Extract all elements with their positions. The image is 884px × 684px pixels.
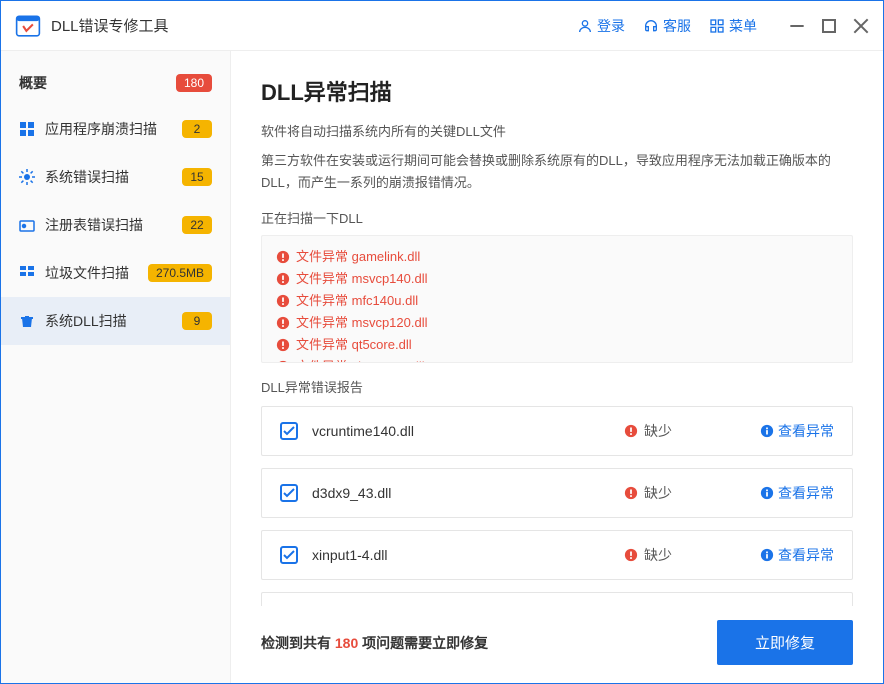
- report-list: vcruntime140.dll 缺少 查看异常 d3dx9_43.dll 缺少…: [261, 406, 853, 606]
- scan-line: 文件异常 gamelink.dll: [276, 246, 838, 268]
- error-icon: [624, 424, 638, 438]
- view-details-link[interactable]: 查看异常: [744, 483, 834, 503]
- sidebar-item-label: 系统错误扫描: [45, 167, 129, 187]
- close-button[interactable]: [853, 18, 869, 34]
- report-checkbox[interactable]: [280, 422, 298, 440]
- scan-line: 文件异常 msvcp120.dll: [276, 312, 838, 334]
- scan-box: 文件异常 gamelink.dll文件异常 msvcp140.dll文件异常 m…: [261, 235, 853, 363]
- check-icon: [283, 549, 295, 561]
- sidebar-item-label: 垃圾文件扫描: [45, 263, 129, 283]
- report-label: DLL异常错误报告: [261, 377, 853, 396]
- sidebar-item-0[interactable]: 应用程序崩溃扫描 2: [1, 105, 230, 153]
- check-icon: [283, 487, 295, 499]
- footer: 检测到共有 180 项问题需要立即修复 立即修复: [261, 606, 853, 683]
- error-icon: [624, 548, 638, 562]
- report-checkbox[interactable]: [280, 484, 298, 502]
- overview-badge: 180: [176, 74, 212, 92]
- sidebar-badge: 2: [182, 120, 212, 138]
- sidebar-badge: 9: [182, 312, 212, 330]
- titlebar: DLL错误专修工具 登录 客服 菜单: [1, 1, 883, 51]
- report-checkbox[interactable]: [280, 546, 298, 564]
- error-icon: [276, 272, 290, 286]
- sidebar-badge: 15: [182, 168, 212, 186]
- sidebar-overview[interactable]: 概要 180: [1, 61, 230, 105]
- sidebar-item-label: 系统DLL扫描: [45, 311, 127, 331]
- desc-2: 第三方软件在安装或运行期间可能会替换或删除系统原有的DLL，导致应用程序无法加载…: [261, 150, 853, 194]
- scan-line: 文件异常 msvcp140.dll: [276, 268, 838, 290]
- info-icon: [760, 424, 774, 438]
- error-icon: [276, 338, 290, 352]
- info-icon: [760, 548, 774, 562]
- page-title: DLL异常扫描: [261, 75, 853, 107]
- error-icon: [276, 250, 290, 264]
- scan-line: 文件异常 xinput1_3.dll: [276, 356, 838, 363]
- scan-line: 文件异常 qt5core.dll: [276, 334, 838, 356]
- report-status: 缺少: [624, 545, 744, 565]
- sidebar-item-2[interactable]: 注册表错误扫描 22: [1, 201, 230, 249]
- view-details-link[interactable]: 查看异常: [744, 421, 834, 441]
- support-link[interactable]: 客服: [643, 16, 691, 36]
- sidebar: 概要 180 应用程序崩溃扫描 2 系统错误扫描 15 注册表错误扫描 22 垃圾文件扫描 2…: [1, 51, 231, 683]
- view-details-link[interactable]: 查看异常: [744, 545, 834, 565]
- titlebar-actions: 登录 客服 菜单: [577, 16, 869, 36]
- report-name: xinput1-4.dll: [312, 547, 624, 563]
- app-icon: [15, 13, 41, 39]
- error-icon: [276, 360, 290, 363]
- sidebar-item-4[interactable]: 系统DLL扫描 9: [1, 297, 230, 345]
- headset-icon: [643, 18, 659, 34]
- footer-text: 检测到共有 180 项问题需要立即修复: [261, 633, 488, 653]
- report-row: d3dx9_43.dll 缺少 查看异常: [261, 468, 853, 518]
- info-icon: [760, 486, 774, 500]
- maximize-button[interactable]: [821, 18, 837, 34]
- report-status: 缺少: [624, 421, 744, 441]
- grid-icon: [709, 18, 725, 34]
- report-row: vcruntime140.dll 缺少 查看异常: [261, 406, 853, 456]
- user-icon: [577, 18, 593, 34]
- sidebar-item-label: 应用程序崩溃扫描: [45, 119, 157, 139]
- report-row: xinput1_3.dll 异常 查看异常: [261, 592, 853, 606]
- content: DLL异常扫描 软件将自动扫描系统内所有的关键DLL文件 第三方软件在安装或运行…: [231, 51, 883, 683]
- report-status: 缺少: [624, 483, 744, 503]
- sidebar-item-label: 注册表错误扫描: [45, 215, 143, 235]
- sidebar-item-3[interactable]: 垃圾文件扫描 270.5MB: [1, 249, 230, 297]
- repair-button[interactable]: 立即修复: [717, 620, 853, 665]
- report-row: xinput1-4.dll 缺少 查看异常: [261, 530, 853, 580]
- error-icon: [624, 486, 638, 500]
- report-name: d3dx9_43.dll: [312, 485, 624, 501]
- login-link[interactable]: 登录: [577, 16, 625, 36]
- minimize-button[interactable]: [789, 18, 805, 34]
- report-name: vcruntime140.dll: [312, 423, 624, 439]
- sidebar-item-1[interactable]: 系统错误扫描 15: [1, 153, 230, 201]
- scanning-label: 正在扫描一下DLL: [261, 208, 853, 227]
- sidebar-badge: 22: [182, 216, 212, 234]
- check-icon: [283, 425, 295, 437]
- scan-line: 文件异常 mfc140u.dll: [276, 290, 838, 312]
- menu-link[interactable]: 菜单: [709, 16, 757, 36]
- app-title: DLL错误专修工具: [51, 15, 169, 36]
- desc-1: 软件将自动扫描系统内所有的关键DLL文件: [261, 121, 853, 140]
- error-icon: [276, 294, 290, 308]
- sidebar-badge: 270.5MB: [148, 264, 212, 282]
- error-icon: [276, 316, 290, 330]
